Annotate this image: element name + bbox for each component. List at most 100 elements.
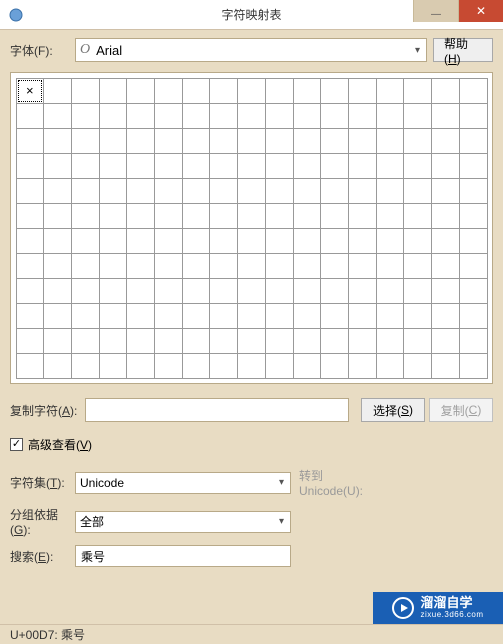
grid-cell[interactable] bbox=[348, 328, 377, 354]
grid-cell[interactable] bbox=[154, 228, 183, 254]
grid-cell[interactable] bbox=[43, 253, 72, 279]
grid-cell[interactable] bbox=[459, 178, 488, 204]
grid-cell[interactable] bbox=[209, 278, 238, 304]
group-select[interactable]: 全部 ▾ bbox=[75, 511, 291, 533]
grid-cell[interactable] bbox=[16, 203, 45, 229]
grid-cell[interactable] bbox=[126, 78, 155, 104]
grid-cell[interactable] bbox=[348, 78, 377, 104]
grid-cell[interactable] bbox=[376, 328, 405, 354]
grid-cell[interactable] bbox=[209, 153, 238, 179]
grid-cell[interactable] bbox=[154, 278, 183, 304]
grid-cell[interactable] bbox=[431, 303, 460, 329]
grid-cell[interactable] bbox=[376, 303, 405, 329]
grid-cell[interactable] bbox=[320, 103, 349, 129]
grid-cell[interactable] bbox=[459, 278, 488, 304]
select-button[interactable]: 选择(S) bbox=[361, 398, 425, 422]
grid-cell[interactable] bbox=[237, 303, 266, 329]
grid-cell[interactable] bbox=[348, 128, 377, 154]
grid-cell[interactable] bbox=[43, 153, 72, 179]
grid-cell[interactable] bbox=[376, 228, 405, 254]
grid-cell[interactable] bbox=[16, 178, 45, 204]
grid-cell[interactable] bbox=[43, 128, 72, 154]
grid-cell[interactable] bbox=[293, 228, 322, 254]
grid-cell[interactable] bbox=[209, 353, 238, 379]
grid-cell[interactable] bbox=[154, 153, 183, 179]
grid-cell[interactable] bbox=[182, 103, 211, 129]
grid-cell[interactable] bbox=[293, 303, 322, 329]
grid-cell[interactable] bbox=[209, 103, 238, 129]
close-button[interactable] bbox=[458, 0, 503, 22]
grid-cell[interactable] bbox=[43, 203, 72, 229]
grid-cell[interactable] bbox=[376, 203, 405, 229]
help-button[interactable]: 帮助(H) bbox=[433, 38, 493, 62]
grid-cell[interactable] bbox=[265, 178, 294, 204]
grid-cell[interactable] bbox=[265, 303, 294, 329]
grid-cell[interactable] bbox=[320, 203, 349, 229]
grid-cell[interactable] bbox=[182, 78, 211, 104]
grid-cell[interactable] bbox=[320, 353, 349, 379]
grid-cell[interactable] bbox=[126, 103, 155, 129]
grid-cell[interactable] bbox=[403, 228, 432, 254]
grid-cell[interactable] bbox=[71, 178, 100, 204]
grid-cell[interactable] bbox=[403, 278, 432, 304]
grid-cell[interactable] bbox=[431, 353, 460, 379]
grid-cell[interactable] bbox=[154, 178, 183, 204]
grid-cell[interactable] bbox=[459, 203, 488, 229]
grid-cell[interactable] bbox=[348, 303, 377, 329]
grid-cell[interactable] bbox=[71, 328, 100, 354]
grid-cell[interactable] bbox=[209, 128, 238, 154]
grid-cell[interactable] bbox=[99, 78, 128, 104]
grid-cell[interactable] bbox=[265, 128, 294, 154]
grid-cell[interactable] bbox=[126, 353, 155, 379]
copy-button[interactable]: 复制(C) bbox=[429, 398, 493, 422]
grid-cell[interactable] bbox=[237, 353, 266, 379]
grid-cell[interactable] bbox=[376, 253, 405, 279]
charset-select[interactable]: Unicode ▾ bbox=[75, 472, 291, 494]
grid-cell[interactable] bbox=[182, 203, 211, 229]
grid-cell[interactable] bbox=[182, 153, 211, 179]
grid-cell[interactable] bbox=[348, 153, 377, 179]
grid-cell[interactable] bbox=[16, 353, 45, 379]
grid-cell[interactable] bbox=[99, 153, 128, 179]
grid-cell[interactable] bbox=[431, 328, 460, 354]
minimize-button[interactable] bbox=[413, 0, 458, 22]
grid-cell[interactable] bbox=[99, 128, 128, 154]
grid-cell[interactable] bbox=[43, 178, 72, 204]
grid-cell[interactable] bbox=[71, 78, 100, 104]
grid-cell[interactable] bbox=[431, 128, 460, 154]
grid-cell[interactable] bbox=[154, 303, 183, 329]
grid-cell[interactable] bbox=[403, 203, 432, 229]
grid-cell[interactable] bbox=[71, 128, 100, 154]
grid-cell[interactable] bbox=[431, 228, 460, 254]
grid-cell[interactable] bbox=[265, 78, 294, 104]
grid-cell[interactable] bbox=[265, 153, 294, 179]
grid-cell[interactable] bbox=[126, 303, 155, 329]
grid-cell[interactable] bbox=[209, 328, 238, 354]
grid-cell[interactable] bbox=[431, 203, 460, 229]
grid-cell[interactable] bbox=[182, 303, 211, 329]
grid-cell[interactable] bbox=[71, 253, 100, 279]
grid-cell[interactable] bbox=[376, 353, 405, 379]
grid-cell[interactable] bbox=[99, 303, 128, 329]
grid-cell[interactable] bbox=[431, 178, 460, 204]
grid-cell[interactable] bbox=[237, 328, 266, 354]
grid-cell[interactable] bbox=[71, 153, 100, 179]
grid-cell[interactable] bbox=[348, 278, 377, 304]
grid-cell[interactable] bbox=[459, 303, 488, 329]
grid-cell[interactable] bbox=[459, 353, 488, 379]
grid-cell[interactable] bbox=[293, 203, 322, 229]
grid-cell[interactable] bbox=[16, 153, 45, 179]
grid-cell[interactable] bbox=[348, 203, 377, 229]
grid-cell[interactable] bbox=[43, 78, 72, 104]
copy-input[interactable] bbox=[85, 398, 349, 422]
grid-cell[interactable] bbox=[403, 253, 432, 279]
grid-cell[interactable] bbox=[237, 153, 266, 179]
grid-cell[interactable] bbox=[71, 303, 100, 329]
grid-cell[interactable] bbox=[348, 253, 377, 279]
grid-cell[interactable] bbox=[71, 203, 100, 229]
grid-cell[interactable] bbox=[265, 278, 294, 304]
grid-cell[interactable] bbox=[154, 128, 183, 154]
grid-cell[interactable] bbox=[320, 153, 349, 179]
grid-cell[interactable]: × bbox=[16, 78, 45, 104]
grid-cell[interactable] bbox=[16, 328, 45, 354]
